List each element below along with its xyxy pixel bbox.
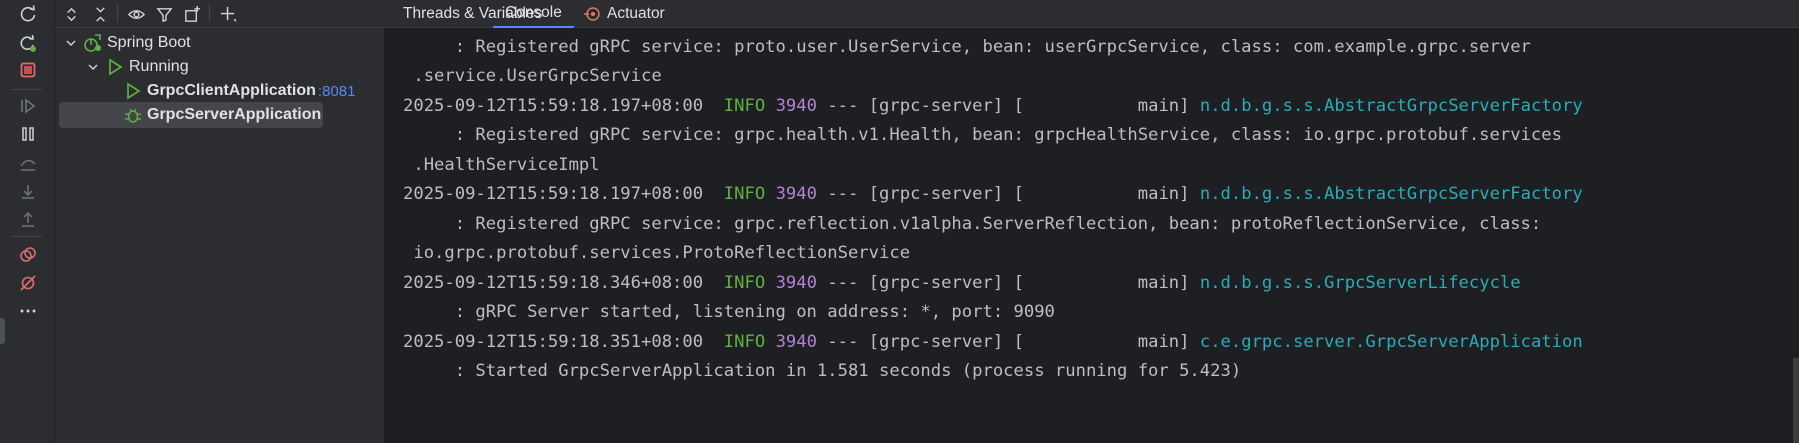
tree-node-grpc-client-application[interactable]: GrpcClientApplication :8081 [123,78,355,104]
rerun-debug-icon[interactable] [16,32,40,56]
console-log-line: 2025-09-12T15:59:18.197+08:00 INFO 3940 … [403,91,1583,121]
console-line: : Registered gRPC service: grpc.health.v… [403,125,1562,145]
debug-tab-bar: Threads & Variables Console Actuator [385,0,1799,28]
new-tab-icon[interactable] [179,2,205,26]
port-label: :8081 [317,82,356,100]
chevron-down-icon[interactable] [85,59,101,75]
console-line: : Registered gRPC service: proto.user.Us… [403,37,1531,57]
stop-icon[interactable] [16,58,40,82]
log-pid: 3940 [775,332,817,352]
console-output[interactable]: : Registered gRPC service: proto.user.Us… [385,28,1799,443]
console-scrollbar[interactable] [1793,358,1799,443]
console-log-line: 2025-09-12T15:59:18.346+08:00 INFO 3940 … [403,268,1521,298]
log-level: INFO [723,332,766,352]
log-logger[interactable]: n.d.b.g.s.s.AbstractGrpcServerFactory [1200,184,1583,204]
log-pid: 3940 [775,273,817,293]
actuator-icon [583,5,601,23]
services-toolbar [55,0,385,28]
tree-node-grpc-server-application[interactable]: GrpcServerApplication [59,102,323,128]
log-thread: --- [grpc-server] [ main] [816,96,1200,116]
log-level: INFO [723,96,766,116]
pause-icon[interactable] [16,122,40,146]
step-over-icon[interactable] [16,152,40,176]
log-level: INFO [723,273,766,293]
tree-node-label: Spring Boot [107,34,191,51]
breakpoints-icon[interactable] [16,243,40,267]
debug-bug-icon [123,105,143,125]
panel-indicator [0,318,5,344]
left-toolbar [0,0,55,443]
tab-label: Console [505,4,562,21]
log-logger[interactable]: n.d.b.g.s.s.AbstractGrpcServerFactory [1200,96,1583,116]
console-line: io.grpc.protobuf.services.ProtoReflectio… [403,243,911,263]
console-line: : gRPC Server started, listening on addr… [403,302,1055,322]
add-icon[interactable] [215,2,241,26]
step-out-icon[interactable] [16,208,40,232]
console-line: .service.UserGrpcService [403,66,662,86]
mute-breakpoints-icon[interactable] [16,271,40,295]
console-line: : Started GrpcServerApplication in 1.581… [403,361,1242,381]
log-logger[interactable]: n.d.b.g.s.s.GrpcServerLifecycle [1200,273,1521,293]
log-thread: --- [grpc-server] [ main] [816,273,1200,293]
tree-node-label: GrpcClientApplication [147,82,316,99]
tree-node-spring-boot[interactable]: Spring Boot [63,30,191,56]
console-line: : Registered gRPC service: grpc.reflecti… [403,214,1542,234]
console-log-line: 2025-09-12T15:59:18.351+08:00 INFO 3940 … [403,327,1583,357]
log-thread: --- [grpc-server] [ main] [816,332,1200,352]
log-logger[interactable]: c.e.grpc.server.GrpcServerApplication [1200,332,1583,352]
log-timestamp: 2025-09-12T15:59:18.197+08:00 [403,184,704,204]
resume-icon[interactable] [16,94,40,118]
console-log-line: 2025-09-12T15:59:18.197+08:00 INFO 3940 … [403,179,1583,209]
tab-console[interactable]: Console [493,0,574,28]
spring-boot-icon [83,33,103,53]
console-line: .HealthServiceImpl [403,155,600,175]
log-level: INFO [723,184,766,204]
tree-node-label: GrpcServerApplication [147,106,322,123]
rerun-icon[interactable] [16,2,40,26]
expand-all-icon[interactable] [58,2,84,26]
log-timestamp: 2025-09-12T15:59:18.197+08:00 [403,96,704,116]
log-timestamp: 2025-09-12T15:59:18.346+08:00 [403,273,704,293]
services-tree: Spring Boot Running GrpcClientApplicatio… [55,28,385,443]
log-thread: --- [grpc-server] [ main] [816,184,1200,204]
run-icon [105,57,125,77]
tab-label: Actuator [607,5,665,22]
run-icon [123,81,143,101]
tree-node-running[interactable]: Running [85,54,189,80]
log-pid: 3940 [775,184,817,204]
filter-icon[interactable] [151,2,177,26]
more-icon[interactable] [16,299,40,323]
chevron-down-icon[interactable] [63,35,79,51]
eye-icon[interactable] [123,2,149,26]
tab-actuator[interactable]: Actuator [583,0,665,28]
tree-node-label: Running [129,58,189,75]
step-into-icon[interactable] [16,180,40,204]
log-timestamp: 2025-09-12T15:59:18.351+08:00 [403,332,704,352]
log-pid: 3940 [775,96,817,116]
collapse-all-icon[interactable] [87,2,113,26]
